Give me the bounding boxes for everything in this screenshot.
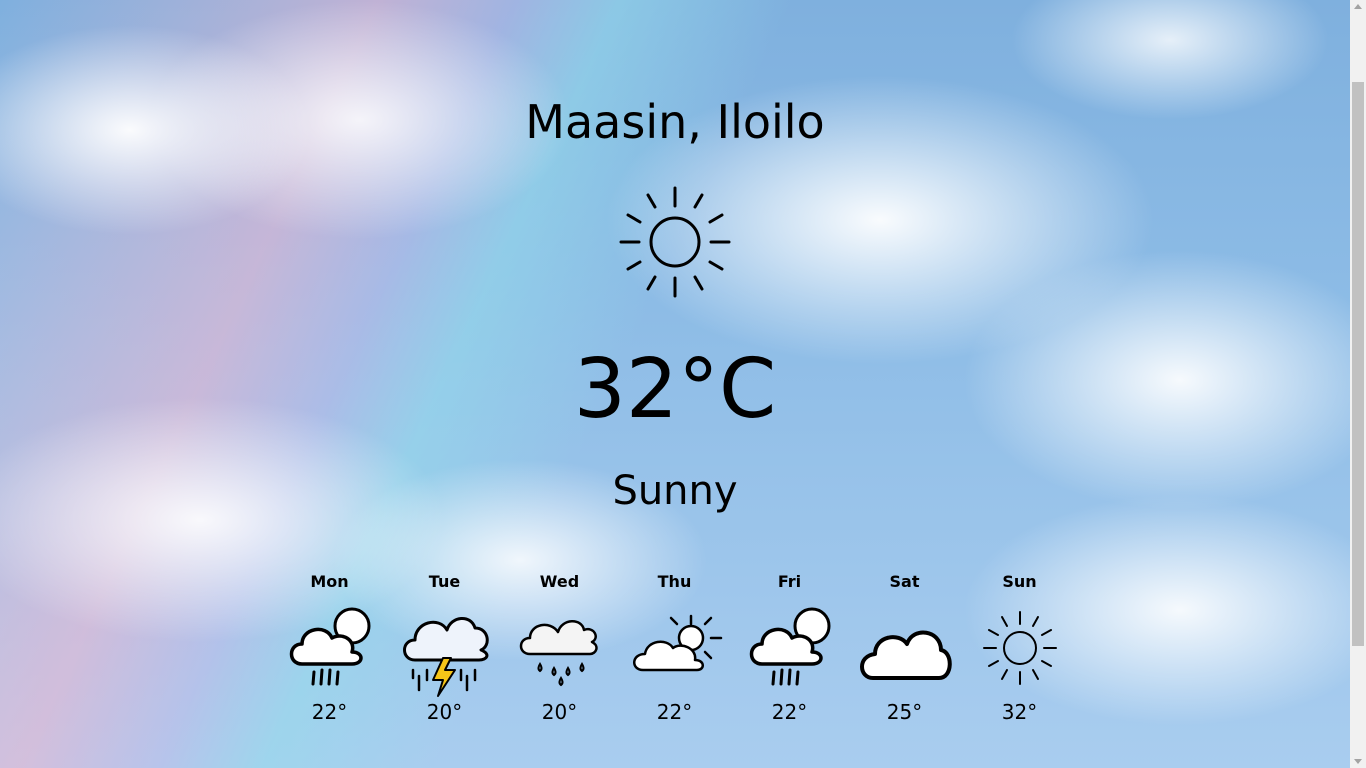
forecast-day-temp: 22° (311, 700, 348, 724)
weekly-forecast: Mon 22° Tue 20° Wed 20° Thu 22° Fri 22° … (272, 570, 1077, 740)
forecast-day-temp: 25° (886, 700, 923, 724)
forecast-day: Thu 22° (617, 570, 732, 740)
sun-icon (982, 611, 1057, 685)
forecast-day: Mon 22° (272, 570, 387, 740)
forecast-day-name: Thu (657, 572, 692, 591)
location-title: Maasin, Iloilo (525, 95, 825, 149)
cloud-icon (859, 630, 952, 680)
forecast-day-temp: 20° (541, 700, 578, 724)
cloud-sun-rain-icon (749, 607, 830, 686)
current-temperature: 32°C (573, 342, 777, 437)
forecast-day-name: Sun (1002, 572, 1037, 591)
forecast-day: Wed 20° (502, 570, 617, 740)
forecast-day-name: Tue (428, 572, 461, 591)
forecast-day-temp: 22° (771, 700, 808, 724)
forecast-day-name: Mon (310, 572, 349, 591)
vertical-scrollbar[interactable] (1350, 0, 1366, 768)
forecast-day-name: Fri (777, 572, 802, 591)
sun-icon (619, 186, 731, 298)
scrollbar-thumb[interactable] (1352, 82, 1364, 646)
forecast-day: Sat 25° (847, 570, 962, 740)
cloud-sleet-icon (519, 620, 598, 687)
scroll-down-arrow-icon[interactable] (1354, 759, 1362, 764)
forecast-day: Fri 22° (732, 570, 847, 740)
forecast-day: Tue 20° (387, 570, 502, 740)
forecast-day-temp: 20° (426, 700, 463, 724)
cloud-sun-rain-icon (289, 607, 370, 686)
thunderstorm-icon (402, 617, 489, 697)
forecast-day-temp: 22° (656, 700, 693, 724)
current-condition: Sunny (612, 468, 738, 514)
weather-app: Maasin, Iloilo 32°C Sunny Mon 22° Tue 20… (0, 0, 1350, 768)
scroll-up-arrow-icon[interactable] (1354, 4, 1362, 9)
forecast-day-name: Wed (539, 572, 580, 591)
forecast-day-temp: 32° (1001, 700, 1038, 724)
forecast-day-name: Sat (889, 572, 920, 591)
forecast-day: Sun 32° (962, 570, 1077, 740)
partly-sunny-icon (632, 614, 722, 672)
